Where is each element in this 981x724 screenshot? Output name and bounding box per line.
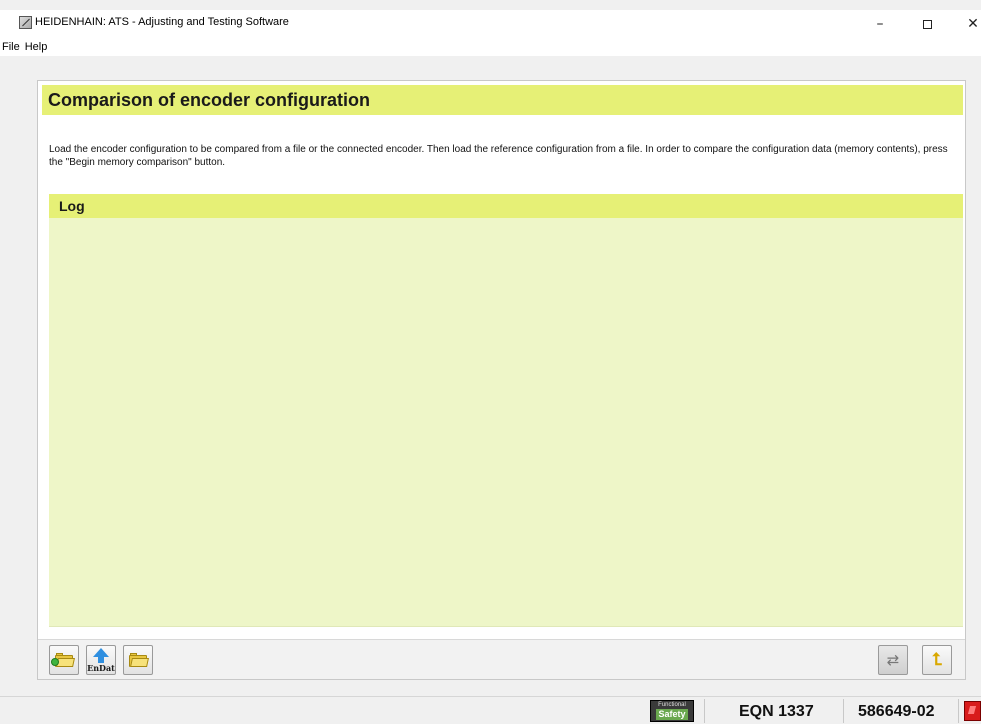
log-area[interactable] <box>49 218 963 627</box>
app-window: HEIDENHAIN: ATS - Adjusting and Testing … <box>0 0 981 724</box>
endat-upload-icon <box>93 648 109 657</box>
load-folder-icon <box>51 653 75 667</box>
instruction-text: Load the encoder configuration to be com… <box>49 144 948 168</box>
load-from-encoder-button[interactable]: EnDat <box>86 645 116 675</box>
begin-memory-comparison-button[interactable]: ⇄ <box>878 645 908 675</box>
functional-safety-badge: Functional Safety <box>650 700 694 722</box>
device-name: EQN 1337 <box>739 703 814 720</box>
device-serial: 586649-02 <box>858 703 935 720</box>
back-button[interactable]: ⮤ <box>922 645 952 675</box>
minimize-button[interactable]: – <box>860 10 900 38</box>
endat-label: EnDat <box>87 663 115 673</box>
page-title: Comparison of encoder configuration <box>48 90 371 110</box>
connection-status-indicator[interactable] <box>964 701 981 721</box>
memory-compare-icon: ⇄ <box>886 651 900 669</box>
maximize-button[interactable] <box>907 10 947 38</box>
back-icon: ⮤ <box>931 649 943 670</box>
app-icon <box>19 16 32 29</box>
page-header: Comparison of encoder configuration <box>42 85 963 115</box>
maximize-icon <box>922 19 932 29</box>
menu-file[interactable]: File <box>2 41 24 53</box>
menu-help[interactable]: Help <box>25 41 52 53</box>
log-title: Log <box>59 198 85 214</box>
toolbar: EnDat ⇄ ⮤ <box>38 639 965 679</box>
load-reference-button[interactable] <box>123 645 153 675</box>
window-title: HEIDENHAIN: ATS - Adjusting and Testing … <box>35 16 289 28</box>
open-folder-icon <box>129 653 149 667</box>
log-header: Log <box>49 194 963 218</box>
load-from-file-button[interactable] <box>49 645 79 675</box>
status-bar: Functional Safety EQN 1337 586649-02 <box>0 696 981 724</box>
menu-bar: File Help <box>0 38 981 56</box>
main-panel: Comparison of encoder configuration Load… <box>37 80 966 680</box>
close-button[interactable]: ✕ <box>953 10 981 38</box>
